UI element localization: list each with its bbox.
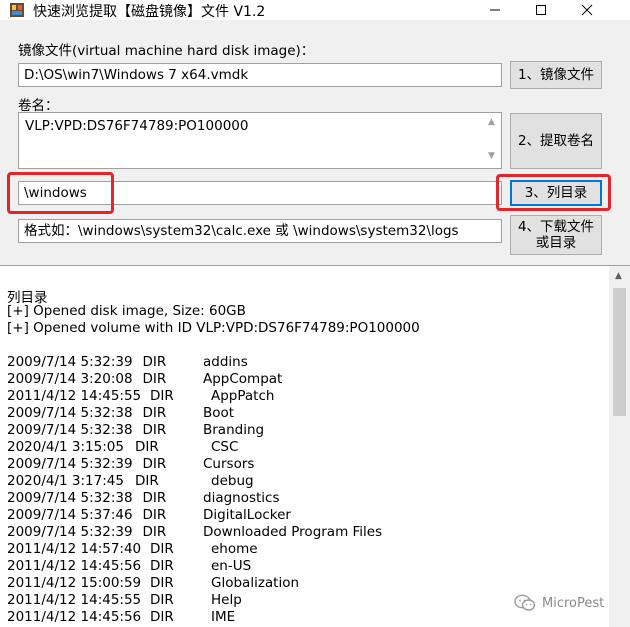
entry-type: DIR xyxy=(150,558,174,574)
entry-type: DIR xyxy=(150,592,174,608)
entry-type: DIR xyxy=(142,524,167,540)
entry-type: DIR xyxy=(142,490,167,506)
scroll-up-icon[interactable]: ▲ xyxy=(488,117,495,127)
title-bar: 快速浏览提取【磁盘镜像】文件 V1.2 xyxy=(0,0,630,20)
entry-name: IME xyxy=(211,609,236,625)
entry-type: DIR xyxy=(135,439,159,455)
entry-date: 2020/4/1 3:15:05 xyxy=(7,439,124,455)
entry-date: 2009/7/14 5:32:38 xyxy=(7,490,133,506)
entry-date: 2011/4/12 14:57:40 xyxy=(7,541,142,557)
download-button[interactable]: 4、下载文件 或目录 xyxy=(510,215,602,255)
entry-date: 2011/4/12 14:45:56 xyxy=(7,558,142,574)
entry-type: DIR xyxy=(150,575,174,591)
entry-type: DIR xyxy=(150,541,174,557)
watermark-text: MicroPest xyxy=(542,595,605,611)
minimize-icon xyxy=(490,9,500,11)
maximize-icon xyxy=(536,5,546,15)
entry-name: Downloaded Program Files xyxy=(203,524,383,540)
format-hint: 格式如：\windows\system32\calc.exe 或 \window… xyxy=(18,219,502,243)
entry-name: CSC xyxy=(211,439,239,455)
entry-type: DIR xyxy=(142,456,167,472)
entry-date: 2009/7/14 3:20:08 xyxy=(7,371,133,387)
extract-volume-button[interactable]: 2、提取卷名 xyxy=(510,113,602,169)
log-line: [+] Opened disk image, Size: 60GB xyxy=(7,303,246,319)
maximize-button[interactable] xyxy=(518,0,564,20)
entry-name: Branding xyxy=(203,422,265,438)
scrollbar-thumb[interactable] xyxy=(613,288,626,416)
entry-name: debug xyxy=(211,473,254,489)
entry-name: en-US xyxy=(211,558,252,574)
volume-textarea[interactable]: VLP:VPD:DS76F74789:PO100000 ▲ ▼ xyxy=(18,112,502,169)
download-button-line2: 或目录 xyxy=(535,235,577,251)
entry-type: DIR xyxy=(142,507,167,523)
app-icon xyxy=(10,3,24,17)
entry-type: DIR xyxy=(142,405,167,421)
entry-date: 2009/7/14 5:32:39 xyxy=(7,456,133,472)
entry-name: diagnostics xyxy=(203,490,280,506)
entry-type: DIR xyxy=(142,354,167,370)
output-panel[interactable]: 列目录 [+] Opened disk image, Size: 60GB [+… xyxy=(0,265,630,627)
entry-name: AppCompat xyxy=(203,371,283,387)
download-button-line1: 4、下载文件 xyxy=(517,219,595,235)
entry-name: ehome xyxy=(211,541,258,557)
image-file-button[interactable]: 1、镜像文件 xyxy=(510,61,602,89)
close-icon xyxy=(581,4,593,16)
volume-label: 卷名： xyxy=(18,98,59,114)
watermark: MicroPest xyxy=(514,594,604,612)
entry-date: 2011/4/12 14:45:56 xyxy=(7,609,142,625)
log-line: [+] Opened volume with ID VLP:VPD:DS76F7… xyxy=(7,320,420,336)
entry-name: Help xyxy=(211,592,242,608)
entry-name: addins xyxy=(203,354,248,370)
image-file-input[interactable]: D:\OS\win7\Windows 7 x64.vmdk xyxy=(18,63,502,87)
entry-type: DIR xyxy=(135,473,159,489)
highlight-path xyxy=(7,172,114,214)
entry-name: Cursors xyxy=(203,456,255,472)
entry-date: 2009/7/14 5:37:46 xyxy=(7,507,133,523)
output-scrollbar[interactable]: ▲ xyxy=(609,266,630,627)
entry-date: 2011/4/12 15:00:59 xyxy=(7,575,142,591)
entry-type: DIR xyxy=(150,609,174,625)
highlight-list-button xyxy=(496,174,611,211)
entry-name: Globalization xyxy=(211,575,300,591)
minimize-button[interactable] xyxy=(472,0,518,20)
entry-type: DIR xyxy=(150,388,174,404)
entry-name: DigitalLocker xyxy=(203,507,291,523)
wechat-icon xyxy=(514,594,536,611)
close-button[interactable] xyxy=(564,0,610,20)
entry-type: DIR xyxy=(142,371,167,387)
image-file-label: 镜像文件(virtual machine hard disk image)： xyxy=(18,43,315,59)
entry-date: 2011/4/12 14:45:55 xyxy=(7,592,142,608)
volume-scrollbar[interactable]: ▲ ▼ xyxy=(484,113,501,168)
window-title: 快速浏览提取【磁盘镜像】文件 V1.2 xyxy=(33,4,266,20)
volume-value: VLP:VPD:DS76F74789:PO100000 xyxy=(25,118,249,134)
entry-name: AppPatch xyxy=(211,388,275,404)
entry-date: 2009/7/14 5:32:39 xyxy=(7,354,133,370)
entry-date: 2011/4/12 14:45:55 xyxy=(7,388,142,404)
entry-date: 2009/7/14 5:32:39 xyxy=(7,524,133,540)
scroll-up-icon[interactable]: ▲ xyxy=(615,271,622,281)
entry-type: DIR xyxy=(142,422,167,438)
entry-date: 2020/4/1 3:17:45 xyxy=(7,473,124,489)
entry-name: Boot xyxy=(203,405,235,421)
entry-date: 2009/7/14 5:32:38 xyxy=(7,405,133,421)
entry-date: 2009/7/14 5:32:38 xyxy=(7,422,133,438)
scroll-down-icon[interactable]: ▼ xyxy=(488,151,495,161)
